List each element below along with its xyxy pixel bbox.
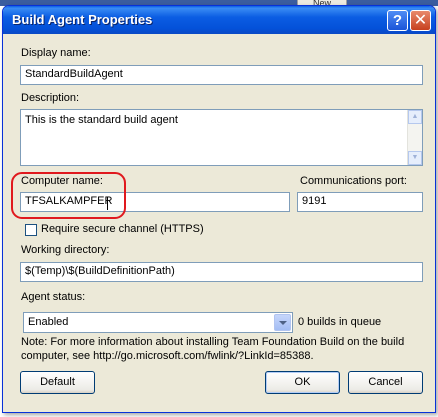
description-text: This is the standard build agent (25, 114, 178, 126)
agent-status-label: Agent status: (21, 291, 86, 303)
description-scrollbar[interactable]: ▲ ▼ (407, 110, 422, 165)
scroll-down-icon[interactable]: ▼ (408, 151, 422, 165)
note-line-2: computer, see http://go.microsoft.com/fw… (21, 350, 314, 362)
working-directory-label: Working directory: (21, 244, 110, 256)
title-bar[interactable]: Build Agent Properties ? ✕ (3, 6, 435, 34)
communications-port-field[interactable]: 9191 (297, 192, 423, 212)
highlight-annotation (11, 172, 126, 219)
scroll-up-icon[interactable]: ▲ (408, 110, 422, 124)
display-name-label: Display name: (21, 47, 91, 59)
secure-channel-label[interactable]: Require secure channel (HTTPS) (41, 223, 204, 235)
help-button[interactable]: ? (387, 10, 408, 31)
communications-port-label: Communications port: (300, 175, 407, 187)
description-field[interactable]: This is the standard build agent ▲ ▼ (20, 109, 423, 166)
queue-count-text: 0 builds in queue (298, 316, 382, 328)
close-button[interactable]: ✕ (410, 10, 431, 31)
dialog-window: Build Agent Properties ? ✕ Display name:… (2, 5, 436, 413)
dialog-title: Build Agent Properties (12, 12, 153, 27)
default-button[interactable]: Default (20, 371, 95, 394)
cancel-button[interactable]: Cancel (348, 371, 423, 394)
working-directory-field[interactable]: $(Temp)\$(BuildDefinitionPath) (20, 262, 423, 282)
chevron-down-icon[interactable] (274, 314, 291, 331)
ok-button[interactable]: OK (265, 371, 340, 394)
description-label: Description: (21, 92, 80, 104)
secure-channel-checkbox[interactable] (25, 224, 37, 236)
note-line-1: Note: For more information about install… (21, 336, 405, 348)
display-name-field[interactable]: StandardBuildAgent (20, 65, 423, 85)
agent-status-select[interactable]: Enabled (23, 312, 293, 333)
agent-status-value: Enabled (28, 316, 69, 328)
